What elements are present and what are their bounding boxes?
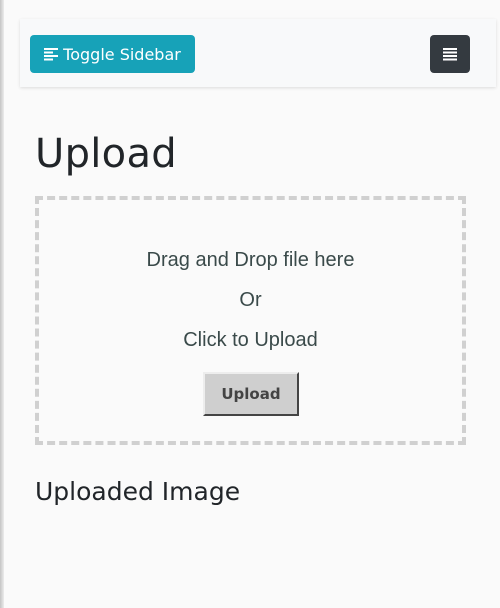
hamburger-menu-icon	[443, 47, 457, 61]
upload-button[interactable]: Upload	[203, 372, 299, 416]
dropzone-or-text: Or	[239, 289, 262, 311]
sidebar-edge	[0, 0, 4, 608]
navbar-menu-button[interactable]	[430, 35, 470, 73]
align-left-icon	[44, 47, 59, 61]
file-dropzone[interactable]: Drag and Drop file here Or Click to Uplo…	[35, 196, 466, 445]
uploaded-image-heading: Uploaded Image	[35, 477, 241, 506]
dropzone-instruction: Drag and Drop file here	[146, 249, 355, 271]
top-navbar: Toggle Sidebar	[20, 19, 496, 87]
page-title: Upload	[35, 131, 177, 177]
toggle-sidebar-button[interactable]: Toggle Sidebar	[30, 35, 195, 73]
page: Toggle Sidebar Upload Drag and Drop file…	[0, 0, 500, 608]
toggle-sidebar-label: Toggle Sidebar	[63, 44, 181, 64]
dropzone-click-text: Click to Upload	[183, 329, 318, 351]
